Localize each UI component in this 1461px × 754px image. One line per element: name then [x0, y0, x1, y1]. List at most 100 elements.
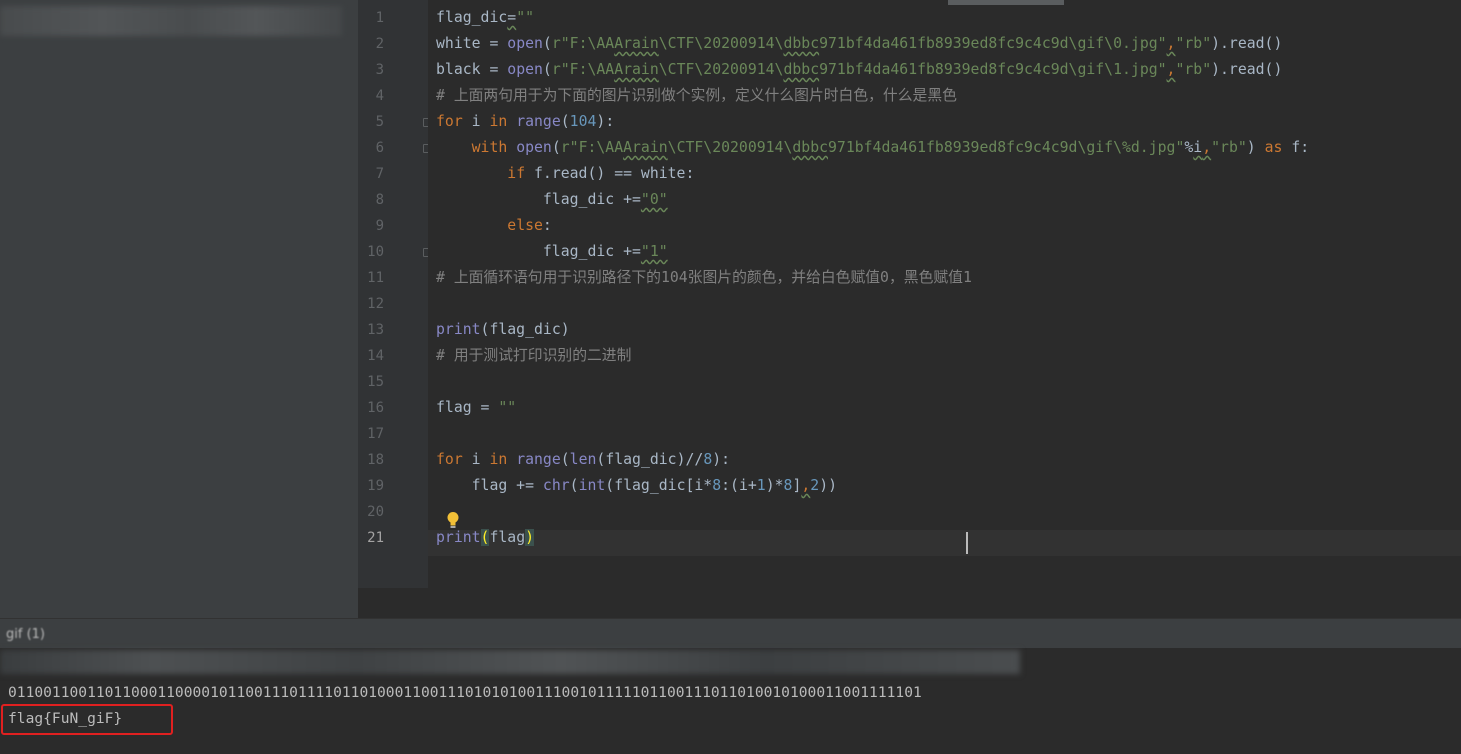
code-line: flag_dic=""	[436, 5, 534, 31]
code-token: flag_dic +=	[436, 191, 641, 208]
code-token: flag_dic	[436, 9, 508, 26]
code-token: len	[569, 451, 597, 468]
code-token: )	[1246, 139, 1265, 156]
line-number: 1	[375, 10, 384, 26]
code-token: (	[569, 477, 579, 494]
code-token: ,	[1202, 139, 1212, 156]
line-number: 7	[375, 166, 384, 182]
code-token: open	[507, 35, 543, 52]
code-token: (flag_dic[i*	[605, 477, 713, 494]
code-token: ""	[498, 399, 517, 416]
code-line: for i in range(len(flag_dic)//8):	[436, 447, 730, 473]
line-number: 14	[367, 348, 384, 364]
code-token: i	[471, 451, 490, 468]
console-binary-output: 0110011001101100011000010110011101111011…	[8, 684, 922, 701]
line-number: 10	[367, 244, 384, 260]
code-token: flag =	[436, 399, 499, 416]
code-token: "rb"	[1175, 35, 1212, 52]
line-number: 21	[367, 530, 384, 546]
code-line: print(flag)	[436, 525, 535, 551]
code-token: :	[542, 217, 552, 234]
code-token: \CTF\20200914\	[658, 35, 784, 52]
code-token: )	[525, 529, 535, 546]
code-token: int	[578, 477, 606, 494]
code-token: white =	[436, 35, 508, 52]
code-token: Arain	[623, 139, 668, 156]
code-token: (flag_dic)	[480, 321, 570, 338]
code-token: else	[507, 217, 543, 234]
code-line: flag_dic +="0"	[436, 187, 668, 213]
code-token: (	[542, 61, 552, 78]
code-token: :(i+	[721, 477, 757, 494]
line-gutter: 1 2 3 4 5 6 7 8 9 10 11 12 13 14 15 16 17 18 19 20 21	[358, 0, 431, 588]
code-line: with open(r"F:\AAArain\CTF\20200914\dbbc…	[436, 135, 1310, 161]
code-token: "0"	[640, 191, 668, 208]
code-token: 971bf4da461fb8939ed8fc9c4c9d\gif\1.jpg"	[819, 61, 1167, 78]
line-number: 9	[375, 218, 384, 234]
code-token: 971bf4da461fb8939ed8fc9c4c9d\gif\%d.jpg"	[828, 139, 1185, 156]
line-number: 3	[375, 62, 384, 78]
code-token: =	[507, 9, 517, 26]
code-line: if f.read() == white:	[436, 161, 694, 187]
code-token: print	[436, 529, 481, 546]
code-token: dbbc	[783, 61, 820, 78]
blurred-project-tree-item[interactable]	[0, 6, 342, 36]
code-line: for i in range(104):	[436, 109, 614, 135]
code-token: in	[489, 113, 517, 130]
code-token: (	[560, 113, 570, 130]
code-token: (	[551, 139, 561, 156]
line-number: 13	[367, 322, 384, 338]
code-token: (	[542, 35, 552, 52]
code-token: 8	[703, 451, 713, 468]
code-line: flag += chr(int(flag_dic[i*8:(i+1)*8],2)…	[436, 473, 837, 499]
code-token: (flag_dic)//	[596, 451, 704, 468]
line-number: 20	[367, 504, 384, 520]
code-token: in	[489, 451, 517, 468]
line-number: 4	[375, 88, 384, 104]
line-number: 15	[367, 374, 384, 390]
run-console[interactable]: 0110011001101100011000010110011101111011…	[0, 648, 1461, 754]
line-number: 6	[375, 140, 384, 156]
code-token: \CTF\20200914\	[658, 61, 784, 78]
code-line: white = open(r"F:\AAArain\CTF\20200914\d…	[436, 31, 1282, 57]
code-token: open	[516, 139, 552, 156]
line-number: 18	[367, 452, 384, 468]
line-number: 5	[375, 114, 384, 130]
project-panel	[0, 0, 358, 618]
text-caret	[966, 532, 968, 554]
line-number: 16	[367, 400, 384, 416]
code-token: 104	[569, 113, 597, 130]
code-token: i	[471, 113, 490, 130]
code-token: range	[516, 113, 561, 130]
code-token: )*	[765, 477, 784, 494]
horizontal-scrollbar-thumb[interactable]	[948, 0, 1064, 5]
line-number: 8	[375, 192, 384, 208]
code-token: range	[516, 451, 561, 468]
code-token: black =	[436, 61, 508, 78]
code-token: for	[436, 451, 472, 468]
code-token: "rb"	[1211, 139, 1247, 156]
code-line: print(flag_dic)	[436, 317, 570, 343]
code-token: if	[507, 165, 535, 182]
code-token: flag_dic +=	[436, 243, 641, 260]
run-tab[interactable]: gif (1)	[6, 627, 45, 642]
code-token: dbbc	[792, 139, 829, 156]
code-line: # 上面两句用于为下面的图片识别做个实例，定义什么图片时白色，什么是黑色	[436, 83, 957, 109]
code-token: print	[436, 321, 481, 338]
code-token: 2	[810, 477, 820, 494]
code-token: flag +=	[436, 477, 543, 494]
code-token: "rb"	[1175, 61, 1212, 78]
code-token: ).read()	[1211, 61, 1283, 78]
code-token: \CTF\20200914\	[667, 139, 793, 156]
code-token: # 上面循环语句用于识别路径下的104张图片的颜色，并给白色赋值0，黑色赋值1	[436, 269, 972, 286]
code-token: f:	[1291, 139, 1310, 156]
code-token: for	[436, 113, 472, 130]
code-line: else:	[436, 213, 552, 239]
run-tool-window-header: gif (1)	[0, 618, 1461, 649]
code-token: ).read()	[1211, 35, 1283, 52]
code-token: r"F:\AA	[560, 139, 624, 156]
code-editor[interactable]: flag_dic="" white = open(r"F:\AAArain\CTF…	[428, 0, 1461, 588]
